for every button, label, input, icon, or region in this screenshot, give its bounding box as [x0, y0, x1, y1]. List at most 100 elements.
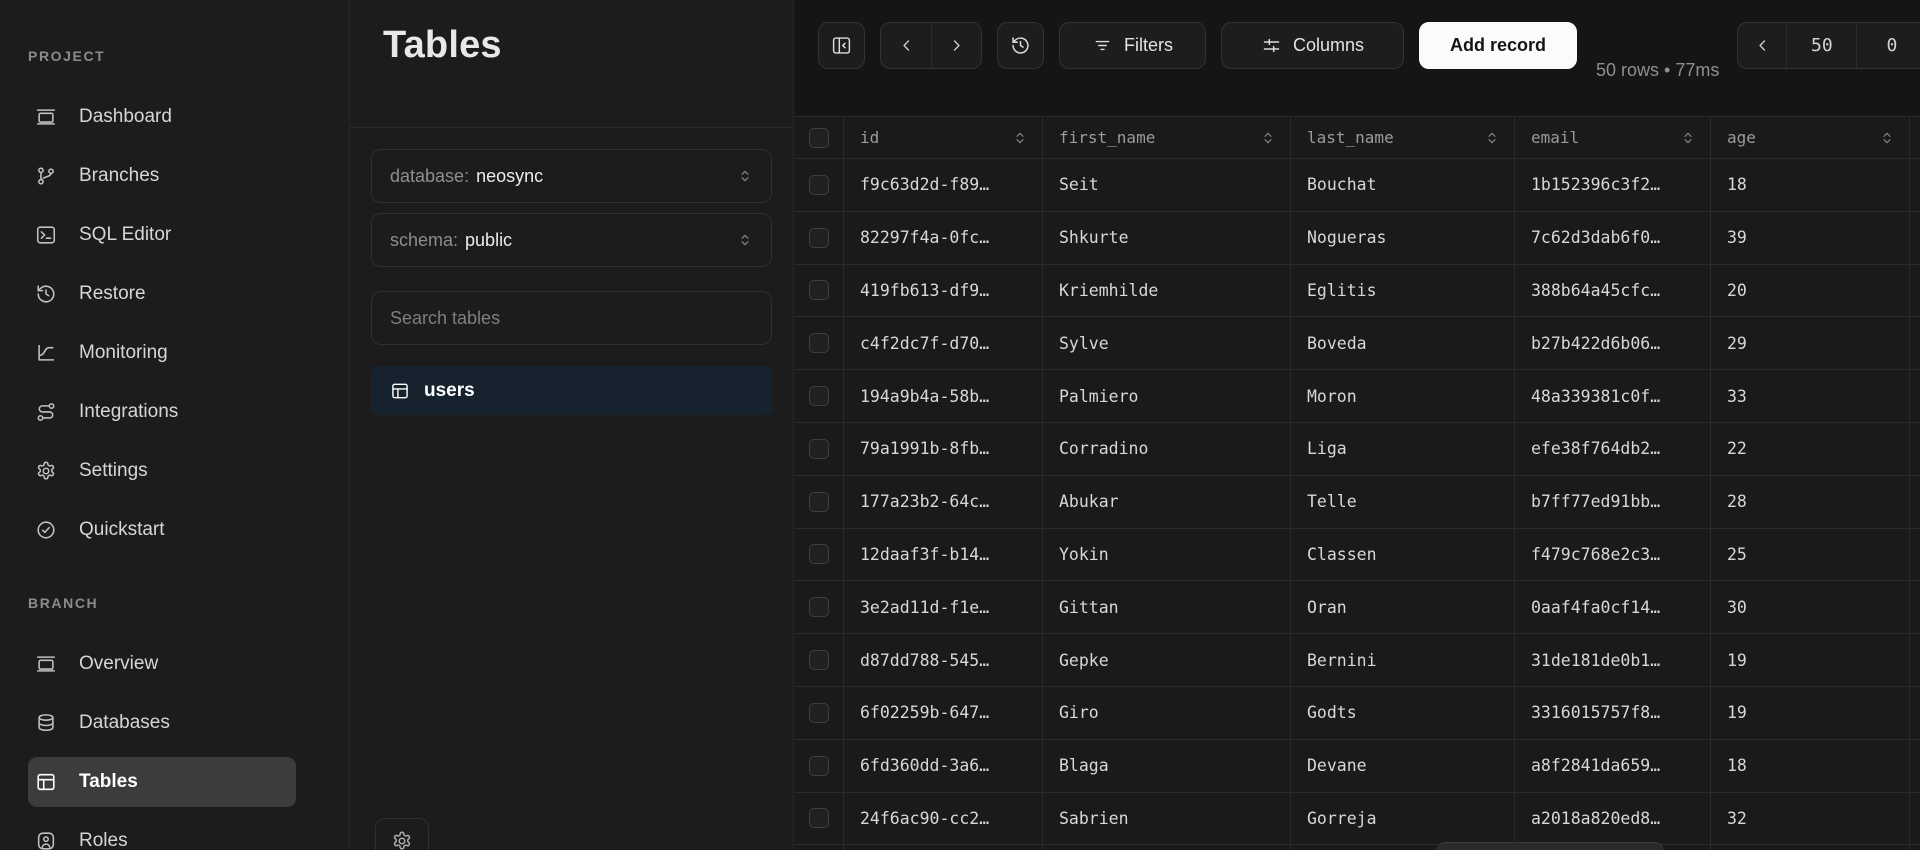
table-cell[interactable]: c4f2dc7f-d70…	[844, 317, 1043, 370]
table-cell[interactable]	[1711, 845, 1910, 850]
table-cell[interactable]: Gorreja	[1291, 793, 1515, 846]
table-cell[interactable]: f479c768e2c3…	[1515, 529, 1711, 582]
row-checkbox[interactable]	[809, 333, 829, 353]
table-cell[interactable]: 177a23b2-64c…	[844, 476, 1043, 529]
sidebar-item-monitoring[interactable]: Monitoring	[28, 328, 296, 378]
table-cell[interactable]: 388b64a45cfc…	[1515, 265, 1711, 318]
table-cell[interactable]: 25	[1711, 529, 1910, 582]
table-cell[interactable]: 1b152396c3f2…	[1515, 159, 1711, 212]
row-checkbox[interactable]	[809, 703, 829, 723]
horizontal-scrollbar[interactable]	[1437, 842, 1663, 850]
table-cell[interactable]: Shkurte	[1043, 212, 1291, 265]
sort-icon[interactable]	[1879, 130, 1895, 146]
table-cell[interactable]: f9c63d2d-f89…	[844, 159, 1043, 212]
page-size-value[interactable]: 50	[1786, 23, 1856, 68]
sidebar-item-sql-editor[interactable]: SQL Editor	[28, 210, 296, 260]
database-select[interactable]: database: neosync	[371, 149, 772, 203]
forward-button[interactable]	[931, 23, 981, 68]
table-cell[interactable]: Gittan	[1043, 581, 1291, 634]
sort-icon[interactable]	[1680, 130, 1696, 146]
sidebar-item-overview[interactable]: Overview	[28, 639, 296, 689]
table-cell[interactable]: 29	[1711, 317, 1910, 370]
table-cell[interactable]: 6fd360dd-3a6…	[844, 740, 1043, 793]
table-cell[interactable]: Eglitis	[1291, 265, 1515, 318]
row-checkbox[interactable]	[809, 439, 829, 459]
filters-button[interactable]: Filters	[1059, 22, 1206, 69]
table-cell[interactable]: 18	[1711, 740, 1910, 793]
sidebar-item-dashboard[interactable]: Dashboard	[28, 92, 296, 142]
table-cell[interactable]: 82297f4a-0fc…	[844, 212, 1043, 265]
back-button[interactable]	[881, 23, 931, 68]
table-cell[interactable]: Yokin	[1043, 529, 1291, 582]
row-checkbox[interactable]	[809, 597, 829, 617]
table-cell[interactable]: Sylve	[1043, 317, 1291, 370]
sidebar-item-settings[interactable]: Settings	[28, 446, 296, 496]
row-checkbox[interactable]	[809, 808, 829, 828]
table-cell[interactable]: a8f2841da659…	[1515, 740, 1711, 793]
table-cell[interactable]: Sabrien	[1043, 793, 1291, 846]
table-cell[interactable]: Oran	[1291, 581, 1515, 634]
row-checkbox[interactable]	[809, 650, 829, 670]
table-cell[interactable]: Devane	[1291, 740, 1515, 793]
table-cell[interactable]: 31de181de0b1…	[1515, 634, 1711, 687]
table-cell[interactable]: 28	[1711, 476, 1910, 529]
table-cell[interactable]: Abukar	[1043, 476, 1291, 529]
page-offset-value[interactable]: 0	[1856, 23, 1920, 68]
table-cell[interactable]: 18	[1711, 159, 1910, 212]
row-checkbox[interactable]	[809, 386, 829, 406]
table-cell[interactable]: Corradino	[1043, 423, 1291, 476]
select-all-checkbox[interactable]	[809, 128, 829, 148]
column-header-id[interactable]: id	[844, 117, 1043, 159]
table-cell[interactable]: 12daaf3f-b14…	[844, 529, 1043, 582]
table-cell[interactable]: Telle	[1291, 476, 1515, 529]
table-cell[interactable]: b27b422d6b06…	[1515, 317, 1711, 370]
table-cell[interactable]: 79a1991b-8fb…	[844, 423, 1043, 476]
panel-settings-button[interactable]	[375, 818, 429, 850]
table-cell[interactable]: 30	[1711, 581, 1910, 634]
column-header-age[interactable]: age	[1711, 117, 1910, 159]
table-cell[interactable]: 48a339381c0f…	[1515, 370, 1711, 423]
table-cell[interactable]: 32	[1711, 793, 1910, 846]
table-cell[interactable]: Classen	[1291, 529, 1515, 582]
column-header-email[interactable]: email	[1515, 117, 1711, 159]
table-cell[interactable]: Moron	[1291, 370, 1515, 423]
table-cell[interactable]	[1043, 845, 1291, 850]
row-checkbox[interactable]	[809, 280, 829, 300]
table-cell[interactable]: a2018a820ed8…	[1515, 793, 1711, 846]
column-header-first_name[interactable]: first_name	[1043, 117, 1291, 159]
table-cell[interactable]: Kriemhilde	[1043, 265, 1291, 318]
row-checkbox[interactable]	[809, 544, 829, 564]
table-cell[interactable]: Boveda	[1291, 317, 1515, 370]
column-header-last_name[interactable]: last_name	[1291, 117, 1515, 159]
sidebar-item-tables[interactable]: Tables	[28, 757, 296, 807]
row-checkbox[interactable]	[809, 756, 829, 776]
row-checkbox[interactable]	[809, 228, 829, 248]
table-cell[interactable]: Palmiero	[1043, 370, 1291, 423]
row-checkbox[interactable]	[809, 175, 829, 195]
sort-icon[interactable]	[1484, 130, 1500, 146]
table-cell[interactable]: b7ff77ed91bb…	[1515, 476, 1711, 529]
sidebar-item-integrations[interactable]: Integrations	[28, 387, 296, 437]
table-cell[interactable]: Bernini	[1291, 634, 1515, 687]
table-cell[interactable]: 0aaf4fa0cf14…	[1515, 581, 1711, 634]
table-cell[interactable]: 19	[1711, 687, 1910, 740]
table-cell[interactable]: 19	[1711, 634, 1910, 687]
table-cell[interactable]: Seit	[1043, 159, 1291, 212]
table-cell[interactable]: 7c62d3dab6f0…	[1515, 212, 1711, 265]
table-cell[interactable]	[844, 845, 1043, 850]
sort-icon[interactable]	[1012, 130, 1028, 146]
sidebar-item-restore[interactable]: Restore	[28, 269, 296, 319]
row-checkbox[interactable]	[809, 492, 829, 512]
table-cell[interactable]: Nogueras	[1291, 212, 1515, 265]
table-cell[interactable]: 22	[1711, 423, 1910, 476]
sort-icon[interactable]	[1260, 130, 1276, 146]
search-tables-input[interactable]	[371, 291, 772, 345]
history-button[interactable]	[997, 22, 1044, 69]
sidebar-item-roles[interactable]: Roles	[28, 816, 296, 850]
sidebar-item-databases[interactable]: Databases	[28, 698, 296, 748]
table-cell[interactable]: 419fb613-df9…	[844, 265, 1043, 318]
sidebar-item-branches[interactable]: Branches	[28, 151, 296, 201]
table-cell[interactable]: Gepke	[1043, 634, 1291, 687]
table-cell[interactable]: 39	[1711, 212, 1910, 265]
prev-page-button[interactable]	[1738, 23, 1786, 68]
